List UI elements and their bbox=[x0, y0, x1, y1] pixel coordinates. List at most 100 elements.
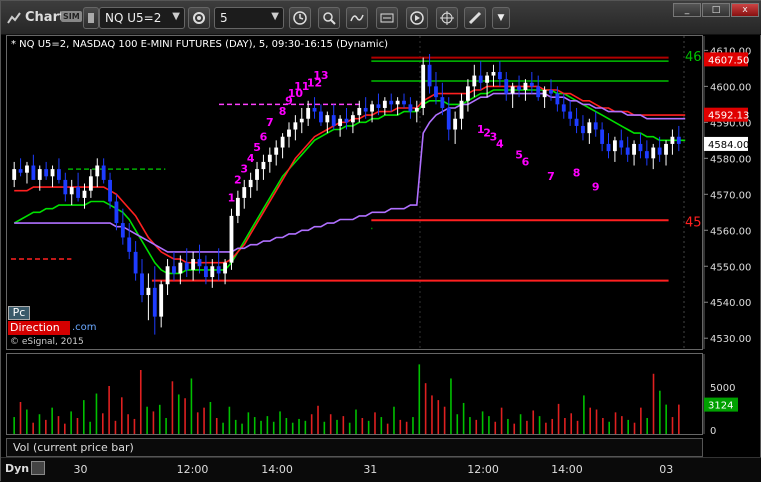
candle-body bbox=[287, 129, 291, 137]
candle-body bbox=[357, 107, 362, 116]
candle-body bbox=[593, 122, 598, 130]
candle-body bbox=[446, 107, 451, 130]
interval-dropdown-icon[interactable]: ▼ bbox=[271, 11, 279, 22]
volume-caption: Vol (current price bar) bbox=[6, 438, 703, 457]
setup-count-label: 6 bbox=[260, 130, 268, 143]
price-tick-label: 4560.00 bbox=[710, 226, 751, 237]
candle-body bbox=[517, 86, 521, 90]
interval-settings-button[interactable] bbox=[188, 7, 210, 29]
price-pane[interactable]: 4610.00 4600.00 4590.00 4580.00 4570.00 4560.… bbox=[6, 35, 751, 350]
candle-body bbox=[536, 86, 541, 98]
candle-body bbox=[581, 125, 585, 134]
volume-pane[interactable]: 5000 0 3124 bbox=[6, 353, 738, 437]
candle-body bbox=[120, 223, 125, 238]
symbol-dropdown-icon[interactable]: ▼ bbox=[172, 11, 180, 22]
candle-body bbox=[414, 107, 419, 112]
candle-body bbox=[350, 115, 355, 123]
candle-body bbox=[299, 118, 304, 123]
candle-body bbox=[389, 100, 394, 105]
candle-body bbox=[127, 237, 132, 252]
candle-body bbox=[632, 143, 636, 155]
dyn-settings-icon[interactable] bbox=[31, 461, 45, 475]
volume-tick-label: 5000 bbox=[710, 383, 735, 394]
candle-body bbox=[338, 118, 343, 126]
candle-body bbox=[152, 287, 157, 317]
wave-icon bbox=[350, 14, 364, 22]
interval-field[interactable]: 5 ▼ bbox=[214, 7, 284, 29]
candle-body bbox=[165, 266, 170, 285]
crosshair-button[interactable] bbox=[436, 7, 458, 29]
clock-icon bbox=[293, 11, 307, 25]
candle-body bbox=[146, 287, 151, 296]
candle-body bbox=[280, 136, 285, 148]
play-button[interactable] bbox=[406, 7, 428, 29]
candle-body bbox=[497, 71, 502, 80]
candle-body bbox=[382, 100, 387, 108]
window-title: Chart bbox=[25, 10, 66, 25]
candle-body bbox=[670, 136, 675, 144]
indicator-line bbox=[13, 89, 686, 275]
price-tag-label: 4607.50 bbox=[708, 55, 749, 66]
minimize-button[interactable]: _ bbox=[673, 3, 701, 17]
candle-body bbox=[95, 165, 100, 177]
candle-body bbox=[523, 82, 528, 90]
candle-body bbox=[651, 147, 656, 159]
toolbar-more-button[interactable]: ▼ bbox=[492, 7, 510, 29]
pc-box: Pc bbox=[8, 306, 30, 320]
studies-button[interactable] bbox=[346, 7, 368, 29]
candle-body bbox=[485, 75, 490, 83]
candle-body bbox=[312, 107, 317, 112]
candle-body bbox=[69, 187, 74, 195]
dyn-label: Dyn bbox=[5, 462, 30, 475]
price-tick-label: 4550.00 bbox=[710, 262, 751, 273]
candle-body bbox=[18, 169, 23, 173]
candle-body bbox=[216, 266, 221, 274]
candle-body bbox=[101, 165, 106, 180]
candle-body bbox=[491, 71, 496, 76]
link-button[interactable] bbox=[83, 7, 99, 29]
time-axis[interactable]: Dyn 30 12:00 14:00 31 12:00 14:00 03 bbox=[1, 457, 761, 482]
candle-body bbox=[434, 86, 438, 98]
time-tick-label: 30 bbox=[73, 463, 88, 476]
close-button[interactable]: x bbox=[731, 3, 759, 17]
candle-body bbox=[191, 259, 196, 270]
candle-body bbox=[203, 266, 208, 278]
direction-com: .com bbox=[72, 322, 97, 333]
candle-body bbox=[37, 169, 42, 180]
candle-body bbox=[587, 122, 592, 134]
candle-body bbox=[600, 129, 605, 144]
candle-body bbox=[293, 122, 298, 130]
set-icon bbox=[380, 13, 394, 23]
candle-body bbox=[140, 273, 144, 296]
candle-body bbox=[133, 251, 138, 274]
chart-app-icon bbox=[7, 12, 21, 24]
zoom-button[interactable] bbox=[318, 7, 340, 29]
candle-body bbox=[57, 169, 61, 180]
symbol-field[interactable]: NQ U5=2 ▼ bbox=[99, 7, 185, 29]
candle-body bbox=[63, 179, 68, 195]
price-tick-label: 4540.00 bbox=[710, 298, 751, 309]
maximize-button[interactable]: □ bbox=[702, 3, 730, 17]
candle-body bbox=[453, 118, 458, 130]
candle-body bbox=[676, 136, 681, 144]
time-tick-label: 12:00 bbox=[176, 463, 209, 476]
candle-body bbox=[82, 190, 87, 198]
candle-body bbox=[261, 161, 266, 170]
candle-body bbox=[223, 262, 227, 274]
draw-tools-button[interactable] bbox=[464, 7, 486, 29]
setup-count-label: 9 bbox=[592, 181, 600, 194]
volume-last-label: 3124 bbox=[708, 401, 733, 412]
candle-body bbox=[644, 151, 649, 159]
candle-body bbox=[255, 169, 259, 180]
time-tick-label: 03 bbox=[659, 463, 674, 476]
candle-body bbox=[159, 284, 164, 317]
play-icon bbox=[410, 11, 424, 25]
set-cursor-button[interactable] bbox=[376, 7, 398, 29]
symbol-value: NQ U5=2 bbox=[105, 11, 162, 25]
candle-body bbox=[235, 197, 240, 216]
level-label: 45 bbox=[685, 215, 702, 230]
price-chart: 4610.004600.004590.004580.004570.004560.… bbox=[11, 36, 751, 349]
time-template-button[interactable] bbox=[289, 7, 311, 29]
candle-body bbox=[421, 64, 426, 108]
candle-body bbox=[395, 100, 400, 105]
